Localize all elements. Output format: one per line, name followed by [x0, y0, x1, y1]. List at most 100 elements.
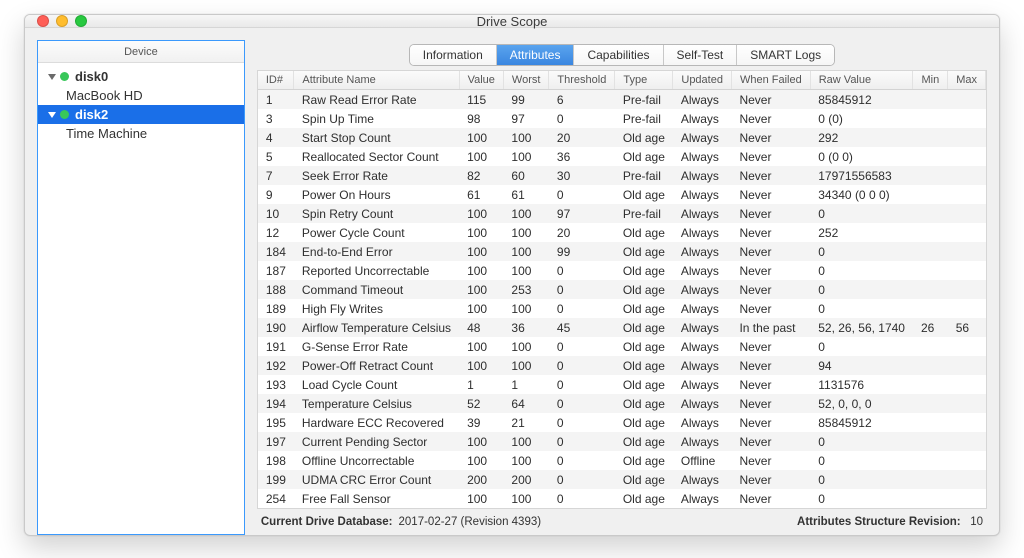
cell-raw: 34340 (0 0 0)	[810, 185, 913, 204]
column-header[interactable]: When Failed	[731, 71, 810, 90]
cell-raw: 0	[810, 280, 913, 299]
table-row[interactable]: 184End-to-End Error10010099Old ageAlways…	[258, 242, 986, 261]
tab-attributes[interactable]: Attributes	[497, 45, 575, 65]
column-header[interactable]: Value	[459, 71, 503, 90]
cell-min	[913, 90, 948, 110]
column-header[interactable]: Attribute Name	[294, 71, 459, 90]
cell-threshold: 0	[549, 109, 615, 128]
tab-information[interactable]: Information	[410, 45, 497, 65]
table-row[interactable]: 254Free Fall Sensor1001000Old ageAlwaysN…	[258, 489, 986, 508]
table-row[interactable]: 192Power-Off Retract Count1001000Old age…	[258, 356, 986, 375]
table-row[interactable]: 12Power Cycle Count10010020Old ageAlways…	[258, 223, 986, 242]
db-value: 2017-02-27 (Revision 4393)	[399, 516, 542, 528]
cell-when: Never	[731, 90, 810, 110]
sidebar-item-disk0[interactable]: disk0	[38, 67, 244, 86]
cell-type: Old age	[615, 299, 673, 318]
attributes-table-wrap[interactable]: ID#Attribute NameValueWorstThresholdType…	[257, 70, 987, 509]
table-row[interactable]: 3Spin Up Time98970Pre-failAlwaysNever0 (…	[258, 109, 986, 128]
cell-max	[948, 185, 986, 204]
table-row[interactable]: 195Hardware ECC Recovered39210Old ageAlw…	[258, 413, 986, 432]
column-header[interactable]: Min	[913, 71, 948, 90]
cell-when: Never	[731, 299, 810, 318]
cell-when: Never	[731, 432, 810, 451]
cell-name: Start Stop Count	[294, 128, 459, 147]
cell-name: Reported Uncorrectable	[294, 261, 459, 280]
cell-name: Current Pending Sector	[294, 432, 459, 451]
table-row[interactable]: 194Temperature Celsius52640Old ageAlways…	[258, 394, 986, 413]
table-row[interactable]: 190Airflow Temperature Celsius483645Old …	[258, 318, 986, 337]
cell-updated: Always	[673, 318, 732, 337]
cell-threshold: 20	[549, 128, 615, 147]
cell-max	[948, 356, 986, 375]
table-row[interactable]: 198Offline Uncorrectable1001000Old ageOf…	[258, 451, 986, 470]
tab-capabilities[interactable]: Capabilities	[574, 45, 663, 65]
cell-id: 254	[258, 489, 294, 508]
cell-when: Never	[731, 451, 810, 470]
cell-name: Spin Retry Count	[294, 204, 459, 223]
tab-self-test[interactable]: Self-Test	[664, 45, 738, 65]
cell-min	[913, 489, 948, 508]
cell-threshold: 0	[549, 451, 615, 470]
table-row[interactable]: 189High Fly Writes1001000Old ageAlwaysNe…	[258, 299, 986, 318]
sidebar-item-macbook-hd[interactable]: MacBook HD	[38, 86, 244, 105]
table-row[interactable]: 187Reported Uncorrectable1001000Old ageA…	[258, 261, 986, 280]
cell-type: Old age	[615, 128, 673, 147]
column-header[interactable]: Max	[948, 71, 986, 90]
cell-min	[913, 147, 948, 166]
cell-value: 100	[459, 128, 503, 147]
column-header[interactable]: Raw Value	[810, 71, 913, 90]
cell-threshold: 0	[549, 432, 615, 451]
cell-worst: 100	[503, 204, 549, 223]
cell-id: 195	[258, 413, 294, 432]
column-header[interactable]: ID#	[258, 71, 294, 90]
table-row[interactable]: 197Current Pending Sector1001000Old ageA…	[258, 432, 986, 451]
table-row[interactable]: 191G-Sense Error Rate1001000Old ageAlway…	[258, 337, 986, 356]
cell-value: 100	[459, 204, 503, 223]
cell-when: Never	[731, 185, 810, 204]
cell-worst: 100	[503, 451, 549, 470]
cell-max	[948, 337, 986, 356]
cell-type: Old age	[615, 375, 673, 394]
disclosure-triangle-icon[interactable]	[48, 112, 56, 118]
table-row[interactable]: 1Raw Read Error Rate115996Pre-failAlways…	[258, 90, 986, 110]
tab-smart-logs[interactable]: SMART Logs	[737, 45, 834, 65]
table-row[interactable]: 193Load Cycle Count110Old ageAlwaysNever…	[258, 375, 986, 394]
cell-max	[948, 299, 986, 318]
cell-min: 26	[913, 318, 948, 337]
cell-min	[913, 470, 948, 489]
cell-worst: 100	[503, 147, 549, 166]
cell-raw: 0	[810, 489, 913, 508]
cell-max	[948, 394, 986, 413]
table-row[interactable]: 9Power On Hours61610Old ageAlwaysNever34…	[258, 185, 986, 204]
cell-updated: Always	[673, 185, 732, 204]
cell-max	[948, 413, 986, 432]
cell-value: 100	[459, 432, 503, 451]
window-title: Drive Scope	[25, 14, 999, 29]
disclosure-triangle-icon[interactable]	[48, 74, 56, 80]
table-row[interactable]: 5Reallocated Sector Count10010036Old age…	[258, 147, 986, 166]
table-row[interactable]: 7Seek Error Rate826030Pre-failAlwaysNeve…	[258, 166, 986, 185]
sidebar-item-time-machine[interactable]: Time Machine	[38, 124, 244, 143]
cell-name: G-Sense Error Rate	[294, 337, 459, 356]
sidebar: Device disk0MacBook HDdisk2Time Machine	[37, 40, 245, 535]
column-header[interactable]: Updated	[673, 71, 732, 90]
cell-when: Never	[731, 375, 810, 394]
cell-threshold: 0	[549, 375, 615, 394]
cell-updated: Always	[673, 356, 732, 375]
cell-id: 1	[258, 90, 294, 110]
cell-value: 48	[459, 318, 503, 337]
table-row[interactable]: 10Spin Retry Count10010097Pre-failAlways…	[258, 204, 986, 223]
cell-name: Seek Error Rate	[294, 166, 459, 185]
cell-value: 100	[459, 147, 503, 166]
sidebar-item-disk2[interactable]: disk2	[38, 105, 244, 124]
column-header[interactable]: Type	[615, 71, 673, 90]
column-header[interactable]: Worst	[503, 71, 549, 90]
cell-name: Raw Read Error Rate	[294, 90, 459, 110]
cell-value: 100	[459, 337, 503, 356]
column-header[interactable]: Threshold	[549, 71, 615, 90]
status-dot-icon	[60, 110, 69, 119]
table-row[interactable]: 199UDMA CRC Error Count2002000Old ageAlw…	[258, 470, 986, 489]
cell-when: In the past	[731, 318, 810, 337]
table-row[interactable]: 188Command Timeout1002530Old ageAlwaysNe…	[258, 280, 986, 299]
table-row[interactable]: 4Start Stop Count10010020Old ageAlwaysNe…	[258, 128, 986, 147]
